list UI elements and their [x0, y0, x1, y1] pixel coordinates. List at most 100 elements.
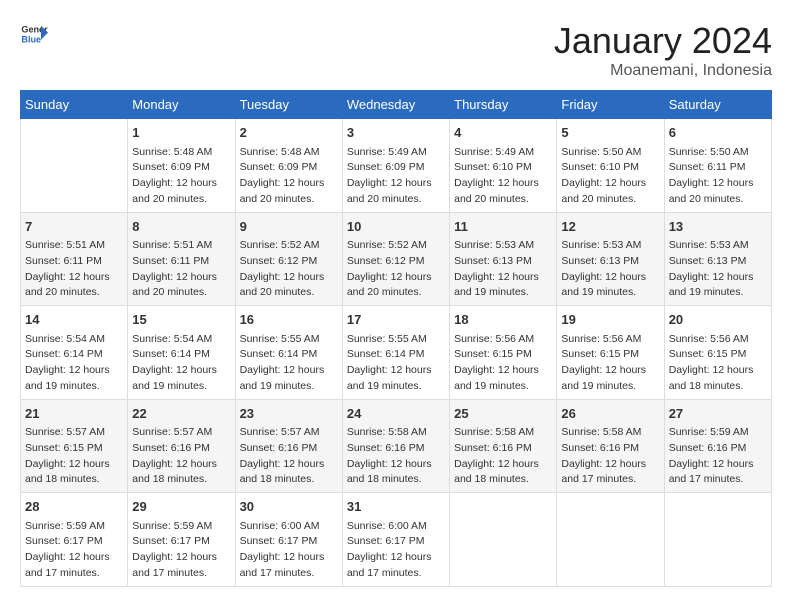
day-number: 21: [25, 404, 123, 424]
week-row-2: 7Sunrise: 5:51 AM Sunset: 6:11 PM Daylig…: [21, 212, 772, 306]
day-info: Sunrise: 5:52 AM Sunset: 6:12 PM Dayligh…: [347, 238, 445, 301]
day-info: Sunrise: 5:53 AM Sunset: 6:13 PM Dayligh…: [669, 238, 767, 301]
weekday-header-friday: Friday: [557, 91, 664, 119]
day-info: Sunrise: 5:49 AM Sunset: 6:09 PM Dayligh…: [347, 145, 445, 208]
day-cell: 15Sunrise: 5:54 AM Sunset: 6:14 PM Dayli…: [128, 306, 235, 400]
day-number: 27: [669, 404, 767, 424]
day-cell: 30Sunrise: 6:00 AM Sunset: 6:17 PM Dayli…: [235, 493, 342, 587]
day-cell: [664, 493, 771, 587]
day-cell: 19Sunrise: 5:56 AM Sunset: 6:15 PM Dayli…: [557, 306, 664, 400]
weekday-header-monday: Monday: [128, 91, 235, 119]
day-info: Sunrise: 5:53 AM Sunset: 6:13 PM Dayligh…: [454, 238, 552, 301]
day-info: Sunrise: 6:00 AM Sunset: 6:17 PM Dayligh…: [347, 519, 445, 582]
day-cell: 5Sunrise: 5:50 AM Sunset: 6:10 PM Daylig…: [557, 119, 664, 213]
day-info: Sunrise: 5:54 AM Sunset: 6:14 PM Dayligh…: [132, 332, 230, 395]
day-number: 16: [240, 310, 338, 330]
day-info: Sunrise: 5:55 AM Sunset: 6:14 PM Dayligh…: [347, 332, 445, 395]
day-cell: 31Sunrise: 6:00 AM Sunset: 6:17 PM Dayli…: [342, 493, 449, 587]
calendar-table: SundayMondayTuesdayWednesdayThursdayFrid…: [20, 90, 772, 587]
day-number: 28: [25, 497, 123, 517]
day-cell: 6Sunrise: 5:50 AM Sunset: 6:11 PM Daylig…: [664, 119, 771, 213]
day-cell: 21Sunrise: 5:57 AM Sunset: 6:15 PM Dayli…: [21, 399, 128, 493]
day-cell: 1Sunrise: 5:48 AM Sunset: 6:09 PM Daylig…: [128, 119, 235, 213]
day-cell: [557, 493, 664, 587]
day-cell: 23Sunrise: 5:57 AM Sunset: 6:16 PM Dayli…: [235, 399, 342, 493]
day-number: 2: [240, 123, 338, 143]
day-info: Sunrise: 5:48 AM Sunset: 6:09 PM Dayligh…: [132, 145, 230, 208]
day-number: 7: [25, 217, 123, 237]
day-info: Sunrise: 5:53 AM Sunset: 6:13 PM Dayligh…: [561, 238, 659, 301]
day-number: 31: [347, 497, 445, 517]
weekday-header-row: SundayMondayTuesdayWednesdayThursdayFrid…: [21, 91, 772, 119]
day-number: 15: [132, 310, 230, 330]
day-info: Sunrise: 5:57 AM Sunset: 6:15 PM Dayligh…: [25, 425, 123, 488]
day-number: 11: [454, 217, 552, 237]
day-cell: 24Sunrise: 5:58 AM Sunset: 6:16 PM Dayli…: [342, 399, 449, 493]
day-cell: 20Sunrise: 5:56 AM Sunset: 6:15 PM Dayli…: [664, 306, 771, 400]
day-cell: 29Sunrise: 5:59 AM Sunset: 6:17 PM Dayli…: [128, 493, 235, 587]
day-cell: 17Sunrise: 5:55 AM Sunset: 6:14 PM Dayli…: [342, 306, 449, 400]
week-row-5: 28Sunrise: 5:59 AM Sunset: 6:17 PM Dayli…: [21, 493, 772, 587]
day-cell: 7Sunrise: 5:51 AM Sunset: 6:11 PM Daylig…: [21, 212, 128, 306]
svg-text:Blue: Blue: [21, 34, 41, 44]
day-info: Sunrise: 5:58 AM Sunset: 6:16 PM Dayligh…: [561, 425, 659, 488]
day-number: 17: [347, 310, 445, 330]
day-cell: 4Sunrise: 5:49 AM Sunset: 6:10 PM Daylig…: [450, 119, 557, 213]
logo: General Blue: [20, 20, 48, 48]
day-info: Sunrise: 5:49 AM Sunset: 6:10 PM Dayligh…: [454, 145, 552, 208]
weekday-header-sunday: Sunday: [21, 91, 128, 119]
day-info: Sunrise: 5:56 AM Sunset: 6:15 PM Dayligh…: [669, 332, 767, 395]
day-cell: 9Sunrise: 5:52 AM Sunset: 6:12 PM Daylig…: [235, 212, 342, 306]
day-number: 8: [132, 217, 230, 237]
day-info: Sunrise: 5:58 AM Sunset: 6:16 PM Dayligh…: [347, 425, 445, 488]
day-cell: 22Sunrise: 5:57 AM Sunset: 6:16 PM Dayli…: [128, 399, 235, 493]
day-info: Sunrise: 5:50 AM Sunset: 6:10 PM Dayligh…: [561, 145, 659, 208]
weekday-header-wednesday: Wednesday: [342, 91, 449, 119]
weekday-header-tuesday: Tuesday: [235, 91, 342, 119]
day-number: 9: [240, 217, 338, 237]
logo-icon: General Blue: [20, 20, 48, 48]
day-cell: 14Sunrise: 5:54 AM Sunset: 6:14 PM Dayli…: [21, 306, 128, 400]
day-cell: [450, 493, 557, 587]
day-number: 6: [669, 123, 767, 143]
day-cell: 27Sunrise: 5:59 AM Sunset: 6:16 PM Dayli…: [664, 399, 771, 493]
day-info: Sunrise: 5:57 AM Sunset: 6:16 PM Dayligh…: [240, 425, 338, 488]
subtitle: Moanemani, Indonesia: [554, 62, 772, 80]
day-number: 3: [347, 123, 445, 143]
day-info: Sunrise: 6:00 AM Sunset: 6:17 PM Dayligh…: [240, 519, 338, 582]
day-cell: 28Sunrise: 5:59 AM Sunset: 6:17 PM Dayli…: [21, 493, 128, 587]
day-cell: 12Sunrise: 5:53 AM Sunset: 6:13 PM Dayli…: [557, 212, 664, 306]
day-number: 18: [454, 310, 552, 330]
day-info: Sunrise: 5:48 AM Sunset: 6:09 PM Dayligh…: [240, 145, 338, 208]
day-info: Sunrise: 5:54 AM Sunset: 6:14 PM Dayligh…: [25, 332, 123, 395]
day-cell: 13Sunrise: 5:53 AM Sunset: 6:13 PM Dayli…: [664, 212, 771, 306]
day-info: Sunrise: 5:51 AM Sunset: 6:11 PM Dayligh…: [132, 238, 230, 301]
title-block: January 2024 Moanemani, Indonesia: [554, 20, 772, 80]
day-number: 5: [561, 123, 659, 143]
day-number: 4: [454, 123, 552, 143]
week-row-3: 14Sunrise: 5:54 AM Sunset: 6:14 PM Dayli…: [21, 306, 772, 400]
day-number: 10: [347, 217, 445, 237]
day-info: Sunrise: 5:56 AM Sunset: 6:15 PM Dayligh…: [454, 332, 552, 395]
day-info: Sunrise: 5:51 AM Sunset: 6:11 PM Dayligh…: [25, 238, 123, 301]
day-cell: 10Sunrise: 5:52 AM Sunset: 6:12 PM Dayli…: [342, 212, 449, 306]
day-number: 22: [132, 404, 230, 424]
day-cell: 26Sunrise: 5:58 AM Sunset: 6:16 PM Dayli…: [557, 399, 664, 493]
day-info: Sunrise: 5:59 AM Sunset: 6:17 PM Dayligh…: [25, 519, 123, 582]
day-number: 14: [25, 310, 123, 330]
day-number: 23: [240, 404, 338, 424]
day-info: Sunrise: 5:59 AM Sunset: 6:17 PM Dayligh…: [132, 519, 230, 582]
day-info: Sunrise: 5:56 AM Sunset: 6:15 PM Dayligh…: [561, 332, 659, 395]
day-info: Sunrise: 5:55 AM Sunset: 6:14 PM Dayligh…: [240, 332, 338, 395]
week-row-1: 1Sunrise: 5:48 AM Sunset: 6:09 PM Daylig…: [21, 119, 772, 213]
day-info: Sunrise: 5:50 AM Sunset: 6:11 PM Dayligh…: [669, 145, 767, 208]
day-number: 19: [561, 310, 659, 330]
day-info: Sunrise: 5:57 AM Sunset: 6:16 PM Dayligh…: [132, 425, 230, 488]
day-cell: 16Sunrise: 5:55 AM Sunset: 6:14 PM Dayli…: [235, 306, 342, 400]
day-cell: 3Sunrise: 5:49 AM Sunset: 6:09 PM Daylig…: [342, 119, 449, 213]
day-cell: [21, 119, 128, 213]
weekday-header-thursday: Thursday: [450, 91, 557, 119]
day-number: 20: [669, 310, 767, 330]
day-info: Sunrise: 5:59 AM Sunset: 6:16 PM Dayligh…: [669, 425, 767, 488]
day-number: 30: [240, 497, 338, 517]
